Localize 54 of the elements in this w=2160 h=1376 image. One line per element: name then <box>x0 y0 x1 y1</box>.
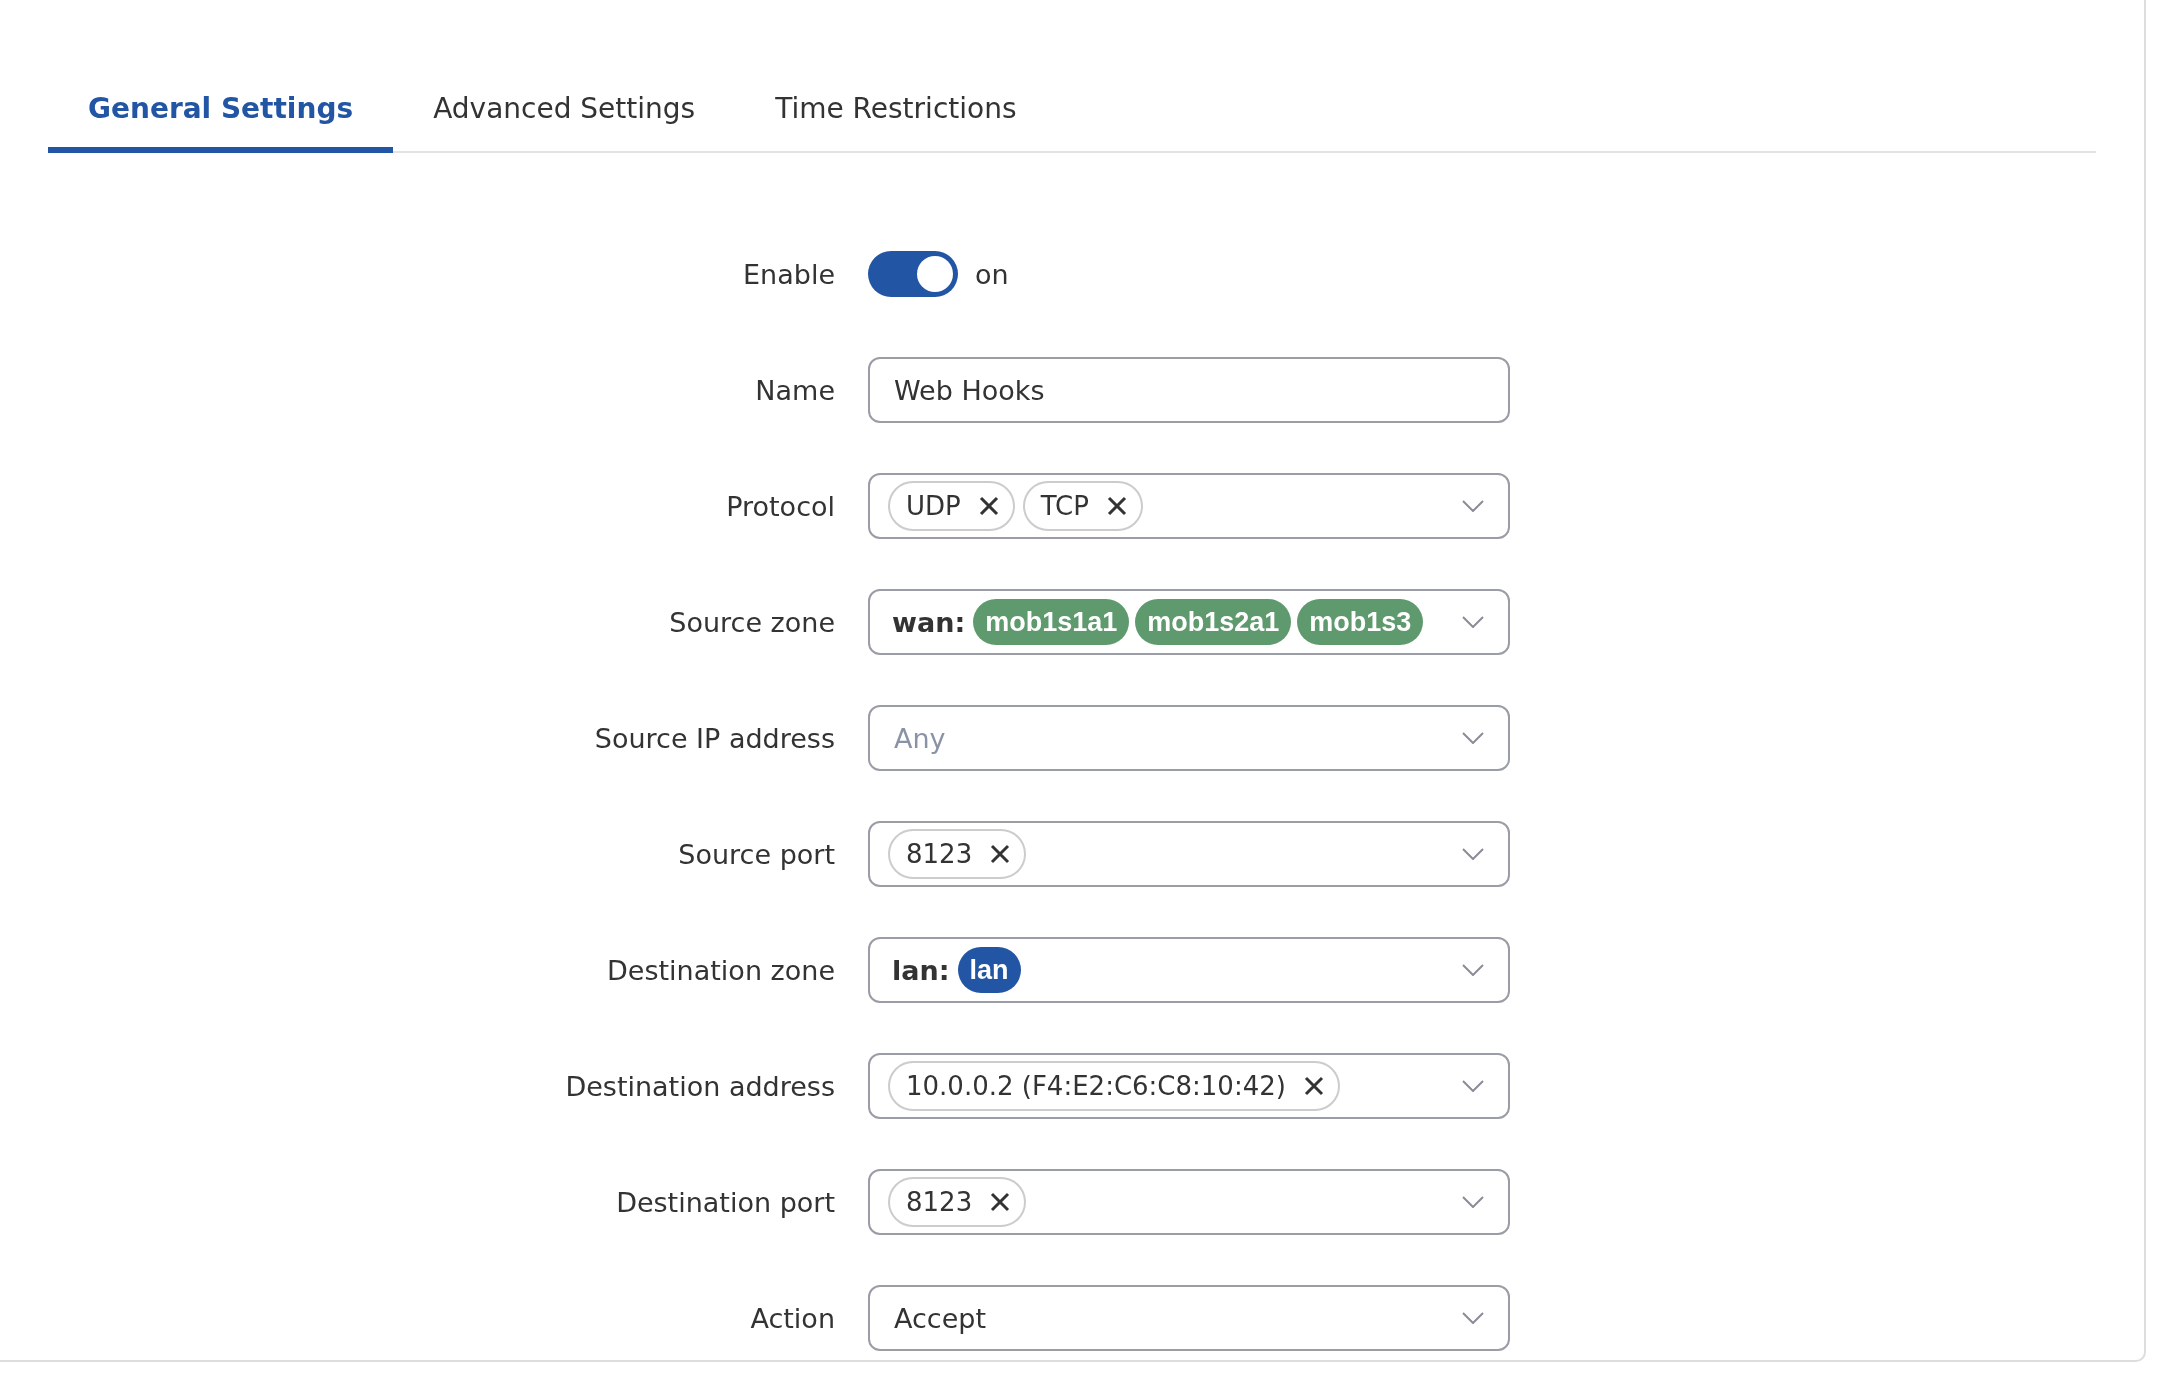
field-label: Protocol <box>725 490 835 522</box>
chevron-down-icon[interactable] <box>1462 1080 1484 1092</box>
field-label: Source IP address <box>593 722 835 754</box>
zone-select[interactable]: lan: lan <box>868 937 1510 1003</box>
field-label: Action <box>749 1302 835 1334</box>
tag-chip[interactable]: 8123 <box>888 829 1027 879</box>
dropdown[interactable]: Accept <box>868 1285 1510 1351</box>
multi-select[interactable]: 8123 <box>868 1169 1510 1235</box>
field-label: Name <box>754 374 835 406</box>
zone-chip: mob1s1a1 <box>973 599 1130 645</box>
close-icon[interactable] <box>990 1192 1011 1212</box>
field-label: Enable <box>742 258 835 290</box>
chevron-down-icon[interactable] <box>1462 964 1484 976</box>
chevron-down-icon[interactable] <box>1462 500 1484 512</box>
field-label: Source port <box>677 838 835 870</box>
chevron-down-icon[interactable] <box>1462 1196 1484 1208</box>
tag-text: 8123 <box>906 839 973 869</box>
zone-select[interactable]: wan: mob1s1a1 mob1s2a1 mob1s3 <box>868 589 1510 655</box>
chevron-down-icon[interactable] <box>1462 848 1484 860</box>
tag-chip[interactable]: UDP <box>888 481 1015 531</box>
chevron-down-icon[interactable] <box>1462 616 1484 628</box>
zone-chip: mob1s3 <box>1297 599 1424 645</box>
dropdown-placeholder: Any <box>893 722 947 754</box>
tab[interactable]: General Settings <box>48 74 394 153</box>
multi-select[interactable]: UDP TCP <box>868 473 1510 539</box>
field-label: Source zone <box>668 606 835 638</box>
close-icon[interactable] <box>1106 496 1127 516</box>
tag-text: UDP <box>906 491 961 521</box>
tag-text: TCP <box>1040 491 1089 521</box>
close-icon[interactable] <box>1303 1076 1324 1096</box>
tab[interactable]: Time Restrictions <box>735 74 1057 153</box>
zone-chip: mob1s2a1 <box>1135 599 1292 645</box>
close-icon[interactable] <box>990 844 1011 864</box>
zone-label: wan: <box>892 606 966 638</box>
zone-label: lan: <box>892 954 950 986</box>
name-field[interactable]: Web Hooks <box>868 357 1510 423</box>
tag-chip[interactable]: TCP <box>1022 481 1143 531</box>
chevron-down-icon[interactable] <box>1462 732 1484 744</box>
field-label: Destination address <box>564 1070 835 1102</box>
field-label: Destination zone <box>606 954 835 986</box>
tag-chip[interactable]: 8123 <box>888 1177 1027 1227</box>
tab[interactable]: Advanced Settings <box>393 74 736 153</box>
multi-select[interactable]: 8123 <box>868 821 1510 887</box>
chevron-down-icon[interactable] <box>1462 1312 1484 1324</box>
tag-text: 10.0.0.2 (F4:E2:C6:C8:10:42) <box>906 1071 1286 1101</box>
field-label: Destination port <box>615 1186 835 1218</box>
toggle-state: on <box>975 258 1009 290</box>
dropdown-value: Accept <box>893 1302 988 1334</box>
tag-text: 8123 <box>906 1187 973 1217</box>
close-icon[interactable] <box>978 496 999 516</box>
zone-chip: lan <box>957 947 1021 993</box>
tag-chip[interactable]: 10.0.0.2 (F4:E2:C6:C8:10:42) <box>888 1061 1340 1111</box>
multi-select[interactable]: 10.0.0.2 (F4:E2:C6:C8:10:42) <box>868 1053 1510 1119</box>
toggle-switch[interactable] <box>868 251 958 297</box>
